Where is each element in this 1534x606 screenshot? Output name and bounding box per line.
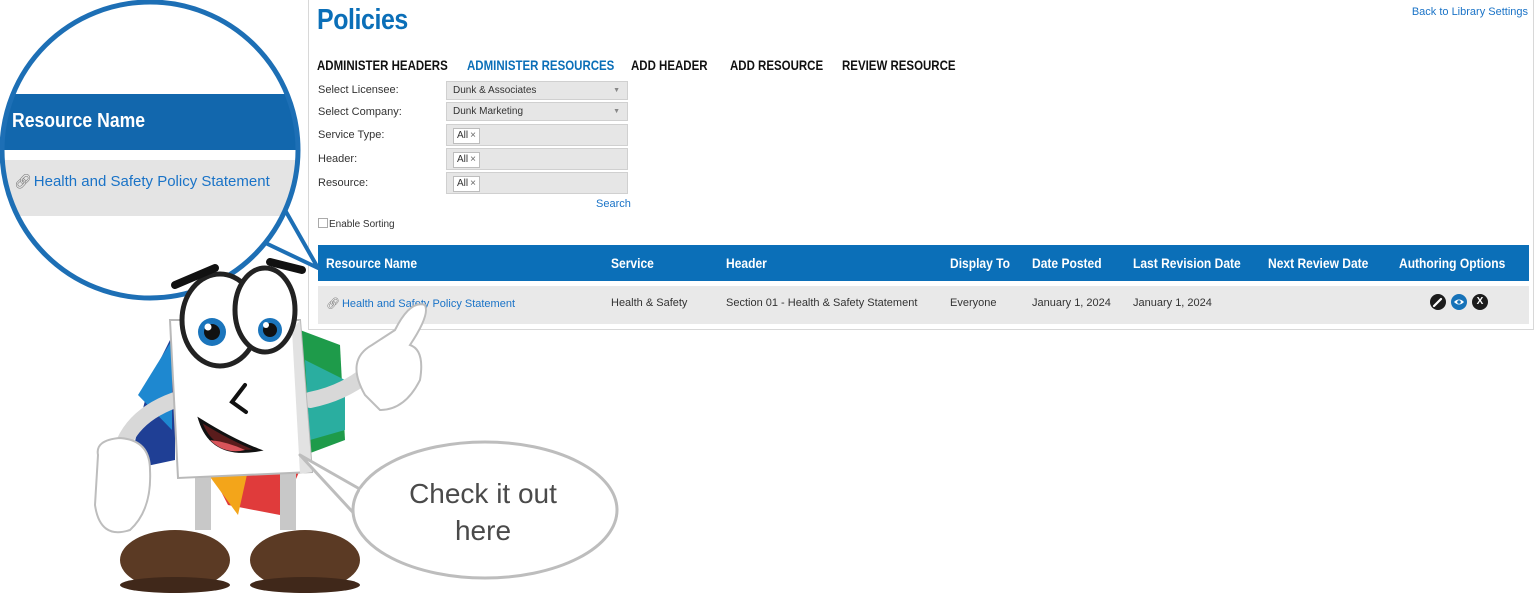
column-header-date-posted[interactable]: Date Posted — [1032, 255, 1102, 271]
remove-token-icon[interactable]: × — [470, 130, 476, 141]
column-header-header[interactable]: Header — [726, 255, 767, 271]
callout-resource-link-text: Health and Safety Policy Statement — [33, 173, 270, 190]
column-header-resource-name[interactable]: Resource Name — [326, 255, 417, 271]
column-header-display-to[interactable]: Display To — [950, 255, 1010, 271]
eye-icon[interactable] — [1451, 294, 1467, 310]
x-icon[interactable]: X — [1472, 294, 1488, 310]
header-label: Header: — [318, 153, 358, 165]
resource-name-link[interactable]: Health and Safety Policy Statement — [342, 298, 515, 310]
last-revision-date-cell: January 1, 2024 — [1133, 297, 1212, 309]
service-cell: Health & Safety — [611, 297, 688, 309]
service-type-multiselect[interactable]: All × — [446, 124, 628, 146]
token-label: All — [457, 178, 469, 189]
date-posted-cell: January 1, 2024 — [1032, 297, 1111, 309]
header-cell: Section 01 - Health & Safety Statement — [726, 297, 918, 309]
licensee-value: Dunk & Associates — [453, 85, 537, 96]
enable-sorting-label: Enable Sorting — [329, 219, 395, 230]
resource-label: Resource: — [318, 177, 369, 189]
search-link[interactable]: Search — [596, 198, 631, 210]
table-header: Resource Name Service Header Display To … — [318, 245, 1529, 281]
page-title: Policies — [317, 4, 408, 36]
remove-token-icon[interactable]: × — [470, 178, 476, 189]
licensee-label: Select Licensee: — [318, 84, 399, 96]
service-type-label: Service Type: — [318, 129, 385, 141]
header-multiselect[interactable]: All × — [446, 148, 628, 170]
tab-review-resource[interactable]: REVIEW RESOURCE — [842, 57, 956, 73]
tab-administer-headers[interactable]: ADMINISTER HEADERS — [317, 57, 448, 73]
chevron-down-icon: ▼ — [613, 108, 620, 115]
link-icon: 🔗︎ — [326, 298, 340, 310]
company-value: Dunk Marketing — [453, 106, 524, 117]
header-token: All × — [453, 152, 480, 168]
enable-sorting-toggle[interactable]: Enable Sorting — [318, 218, 395, 230]
licensee-select[interactable]: Dunk & Associates ▼ — [446, 81, 628, 100]
zoom-callout: Resource Name 🔗︎ Health and Safety Policy… — [0, 0, 300, 308]
column-header-service[interactable]: Service — [611, 255, 654, 271]
callout-column-header: Resource Name — [12, 110, 146, 132]
remove-token-icon[interactable]: × — [470, 154, 476, 165]
speech-bubble-text: Check it out here — [409, 478, 557, 546]
column-header-last-revision-date[interactable]: Last Revision Date — [1133, 255, 1241, 271]
display-to-cell: Everyone — [950, 297, 997, 309]
pencil-icon[interactable] — [1430, 294, 1446, 310]
column-header-authoring-options: Authoring Options — [1399, 255, 1506, 271]
company-label: Select Company: — [318, 106, 402, 118]
tab-administer-resources[interactable]: ADMINISTER RESOURCES — [467, 57, 614, 73]
resource-name-cell[interactable]: 🔗︎ Health and Safety Policy Statement — [326, 297, 515, 310]
resource-multiselect[interactable]: All × — [446, 172, 628, 194]
table-row: 🔗︎ Health and Safety Policy Statement Hea… — [318, 286, 1529, 324]
resource-token: All × — [453, 176, 480, 192]
token-label: All — [457, 130, 469, 141]
back-to-library-settings-link[interactable]: Back to Library Settings — [1412, 6, 1528, 18]
company-select[interactable]: Dunk Marketing ▼ — [446, 102, 628, 121]
tab-add-resource[interactable]: ADD RESOURCE — [730, 57, 823, 73]
service-token: All × — [453, 128, 480, 144]
chevron-down-icon: ▼ — [613, 87, 620, 94]
callout-resource-link: 🔗︎ Health and Safety Policy Statement — [14, 173, 270, 190]
link-icon: 🔗︎ — [14, 173, 32, 189]
tab-add-header[interactable]: ADD HEADER — [631, 57, 708, 73]
enable-sorting-checkbox[interactable] — [318, 218, 328, 228]
column-header-next-review-date[interactable]: Next Review Date — [1268, 255, 1368, 271]
token-label: All — [457, 154, 469, 165]
